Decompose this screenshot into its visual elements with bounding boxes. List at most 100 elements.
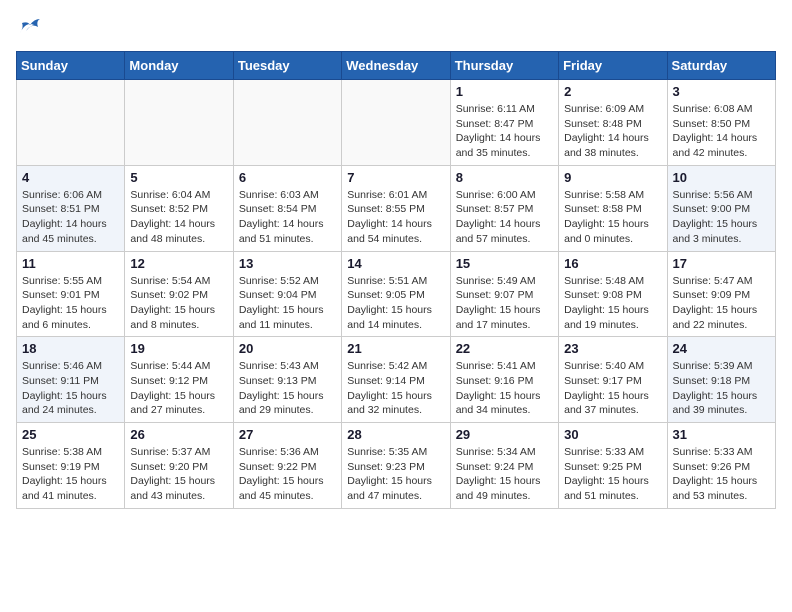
day-cell: 19 Sunrise: 5:44 AMSunset: 9:12 PMDayligh… [125,337,233,423]
day-cell: 4 Sunrise: 6:06 AMSunset: 8:51 PMDaylight… [17,165,125,251]
day-info: Sunrise: 5:35 AMSunset: 9:23 PMDaylight:… [347,445,444,504]
day-info: Sunrise: 6:03 AMSunset: 8:54 PMDaylight:… [239,188,336,247]
day-number: 29 [456,427,553,442]
day-cell: 25 Sunrise: 5:38 AMSunset: 9:19 PMDayligh… [17,423,125,509]
day-number: 18 [22,341,119,356]
day-number: 3 [673,84,770,99]
day-cell: 23 Sunrise: 5:40 AMSunset: 9:17 PMDayligh… [559,337,667,423]
day-cell: 14 Sunrise: 5:51 AMSunset: 9:05 PMDayligh… [342,251,450,337]
day-cell: 12 Sunrise: 5:54 AMSunset: 9:02 PMDayligh… [125,251,233,337]
day-info: Sunrise: 5:44 AMSunset: 9:12 PMDaylight:… [130,359,227,418]
day-header-sunday: Sunday [17,52,125,80]
day-number: 25 [22,427,119,442]
day-number: 14 [347,256,444,271]
day-number: 23 [564,341,661,356]
day-info: Sunrise: 6:06 AMSunset: 8:51 PMDaylight:… [22,188,119,247]
day-info: Sunrise: 5:43 AMSunset: 9:13 PMDaylight:… [239,359,336,418]
day-cell: 31 Sunrise: 5:33 AMSunset: 9:26 PMDayligh… [667,423,775,509]
day-cell [125,80,233,166]
page-header [16,16,776,39]
day-number: 24 [673,341,770,356]
day-cell: 28Sunrise: 5:35 AMSunset: 9:23 PMDayligh… [342,423,450,509]
day-cell: 18 Sunrise: 5:46 AMSunset: 9:11 PMDayligh… [17,337,125,423]
day-number: 5 [130,170,227,185]
day-header-thursday: Thursday [450,52,558,80]
day-info: Sunrise: 5:51 AMSunset: 9:05 PMDaylight:… [347,274,444,333]
logo [16,16,42,39]
day-cell: 21Sunrise: 5:42 AMSunset: 9:14 PMDayligh… [342,337,450,423]
week-row-1: 1 Sunrise: 6:11 AMSunset: 8:47 PMDaylight… [17,80,776,166]
day-info: Sunrise: 5:48 AMSunset: 9:08 PMDaylight:… [564,274,661,333]
day-info: Sunrise: 5:34 AMSunset: 9:24 PMDaylight:… [456,445,553,504]
day-number: 1 [456,84,553,99]
day-cell [233,80,341,166]
day-info: Sunrise: 5:49 AMSunset: 9:07 PMDaylight:… [456,274,553,333]
day-info: Sunrise: 5:47 AMSunset: 9:09 PMDaylight:… [673,274,770,333]
day-info: Sunrise: 6:08 AMSunset: 8:50 PMDaylight:… [673,102,770,161]
day-info: Sunrise: 5:41 AMSunset: 9:16 PMDaylight:… [456,359,553,418]
day-header-wednesday: Wednesday [342,52,450,80]
day-info: Sunrise: 5:39 AMSunset: 9:18 PMDaylight:… [673,359,770,418]
logo-bird-icon [18,19,40,37]
day-number: 15 [456,256,553,271]
day-info: Sunrise: 5:46 AMSunset: 9:11 PMDaylight:… [22,359,119,418]
day-number: 9 [564,170,661,185]
day-cell: 16 Sunrise: 5:48 AMSunset: 9:08 PMDayligh… [559,251,667,337]
day-cell: 13 Sunrise: 5:52 AMSunset: 9:04 PMDayligh… [233,251,341,337]
day-cell: 17Sunrise: 5:47 AMSunset: 9:09 PMDayligh… [667,251,775,337]
day-cell: 10 Sunrise: 5:56 AMSunset: 9:00 PMDayligh… [667,165,775,251]
day-cell: 8Sunrise: 6:00 AMSunset: 8:57 PMDaylight… [450,165,558,251]
day-number: 6 [239,170,336,185]
day-cell: 20 Sunrise: 5:43 AMSunset: 9:13 PMDayligh… [233,337,341,423]
day-number: 13 [239,256,336,271]
day-info: Sunrise: 6:04 AMSunset: 8:52 PMDaylight:… [130,188,227,247]
week-row-2: 4 Sunrise: 6:06 AMSunset: 8:51 PMDaylight… [17,165,776,251]
day-cell: 27Sunrise: 5:36 AMSunset: 9:22 PMDayligh… [233,423,341,509]
day-cell: 24 Sunrise: 5:39 AMSunset: 9:18 PMDayligh… [667,337,775,423]
day-number: 31 [673,427,770,442]
day-info: Sunrise: 6:11 AMSunset: 8:47 PMDaylight:… [456,102,553,161]
day-number: 7 [347,170,444,185]
week-row-5: 25 Sunrise: 5:38 AMSunset: 9:19 PMDayligh… [17,423,776,509]
days-header-row: SundayMondayTuesdayWednesdayThursdayFrid… [17,52,776,80]
day-info: Sunrise: 5:33 AMSunset: 9:26 PMDaylight:… [673,445,770,504]
day-cell: 1 Sunrise: 6:11 AMSunset: 8:47 PMDaylight… [450,80,558,166]
day-cell: 30Sunrise: 5:33 AMSunset: 9:25 PMDayligh… [559,423,667,509]
day-header-tuesday: Tuesday [233,52,341,80]
day-info: Sunrise: 5:52 AMSunset: 9:04 PMDaylight:… [239,274,336,333]
day-cell [17,80,125,166]
day-info: Sunrise: 5:38 AMSunset: 9:19 PMDaylight:… [22,445,119,504]
day-info: Sunrise: 5:54 AMSunset: 9:02 PMDaylight:… [130,274,227,333]
day-cell: 2Sunrise: 6:09 AMSunset: 8:48 PMDaylight… [559,80,667,166]
day-info: Sunrise: 5:58 AMSunset: 8:58 PMDaylight:… [564,188,661,247]
day-number: 4 [22,170,119,185]
day-header-friday: Friday [559,52,667,80]
day-number: 27 [239,427,336,442]
day-number: 16 [564,256,661,271]
day-cell: 9 Sunrise: 5:58 AMSunset: 8:58 PMDaylight… [559,165,667,251]
day-info: Sunrise: 5:55 AMSunset: 9:01 PMDaylight:… [22,274,119,333]
day-header-monday: Monday [125,52,233,80]
day-info: Sunrise: 5:56 AMSunset: 9:00 PMDaylight:… [673,188,770,247]
day-cell: 15 Sunrise: 5:49 AMSunset: 9:07 PMDayligh… [450,251,558,337]
day-cell: 29 Sunrise: 5:34 AMSunset: 9:24 PMDayligh… [450,423,558,509]
day-number: 11 [22,256,119,271]
day-cell: 3 Sunrise: 6:08 AMSunset: 8:50 PMDaylight… [667,80,775,166]
day-info: Sunrise: 6:09 AMSunset: 8:48 PMDaylight:… [564,102,661,161]
day-number: 8 [456,170,553,185]
day-header-saturday: Saturday [667,52,775,80]
day-number: 12 [130,256,227,271]
day-info: Sunrise: 6:01 AMSunset: 8:55 PMDaylight:… [347,188,444,247]
week-row-4: 18 Sunrise: 5:46 AMSunset: 9:11 PMDayligh… [17,337,776,423]
day-cell: 6 Sunrise: 6:03 AMSunset: 8:54 PMDaylight… [233,165,341,251]
day-number: 10 [673,170,770,185]
day-cell: 26Sunrise: 5:37 AMSunset: 9:20 PMDayligh… [125,423,233,509]
calendar-table: SundayMondayTuesdayWednesdayThursdayFrid… [16,51,776,509]
day-number: 19 [130,341,227,356]
day-number: 20 [239,341,336,356]
day-info: Sunrise: 5:40 AMSunset: 9:17 PMDaylight:… [564,359,661,418]
logo-text [16,16,40,39]
day-cell [342,80,450,166]
day-cell: 22Sunrise: 5:41 AMSunset: 9:16 PMDayligh… [450,337,558,423]
week-row-3: 11 Sunrise: 5:55 AMSunset: 9:01 PMDayligh… [17,251,776,337]
